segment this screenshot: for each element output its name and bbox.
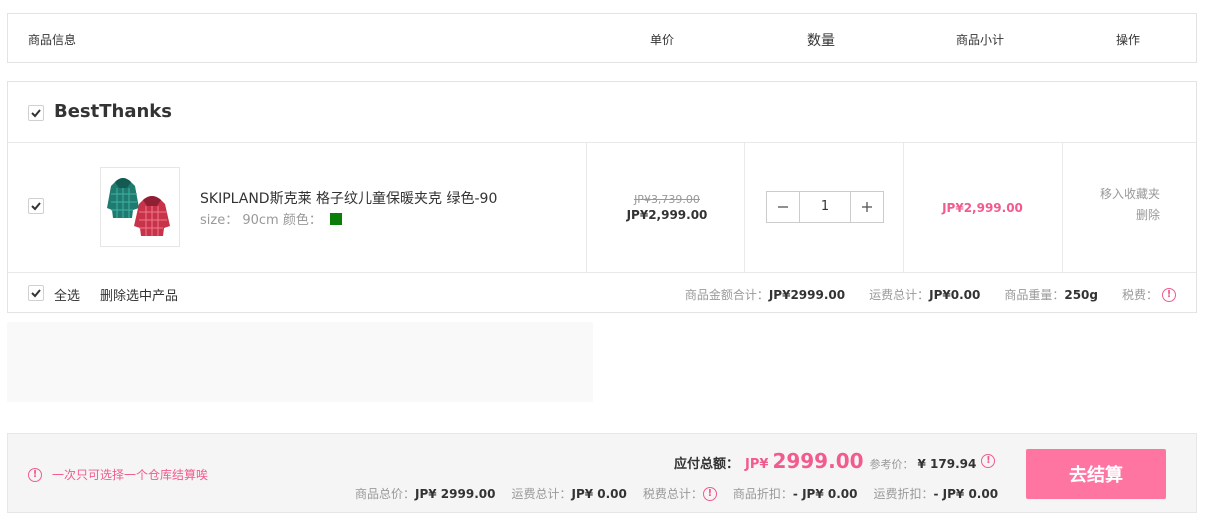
delete-selected-link[interactable]: 删除选中产品 xyxy=(100,285,178,304)
shop-cart-group: BestThanks SKIPLAND斯克莱 格子纹儿童保暖夹克 绿色-90 s… xyxy=(7,81,1197,313)
shipping-total-value: JP¥ 0.00 xyxy=(571,486,627,501)
column-divider xyxy=(1062,143,1063,272)
header-product-info: 商品信息 xyxy=(28,33,77,47)
goods-price-label: 商品总价： xyxy=(355,487,416,501)
original-price: JP¥3,739.00 xyxy=(634,193,700,206)
tax-info-icon[interactable]: ! xyxy=(1162,287,1176,302)
color-swatch xyxy=(330,213,343,225)
goods-discount-value: - JP¥ 0.00 xyxy=(792,486,858,501)
shipping-value: JP¥0.00 xyxy=(929,287,981,302)
reference-info-icon[interactable]: ! xyxy=(981,454,996,468)
shipping-total-label: 运费总计： xyxy=(511,487,572,501)
plus-icon xyxy=(862,202,872,212)
shop-checkbox[interactable] xyxy=(28,105,44,121)
payable-amount: 2999.00 xyxy=(772,449,864,473)
reference-price-label: 参考价： xyxy=(869,458,914,471)
column-divider xyxy=(903,143,904,272)
price-breakdown: 商品总价： JP¥ 2999.00 运费总计： JP¥ 0.00 税费总计： !… xyxy=(355,485,998,502)
weight-label: 商品重量： xyxy=(1004,288,1065,302)
quantity-stepper: 1 xyxy=(766,191,884,223)
goods-total-label: 商品金额合计： xyxy=(684,288,769,302)
check-icon xyxy=(31,109,41,118)
shipping-discount-value: - JP¥ 0.00 xyxy=(933,486,999,501)
column-divider xyxy=(586,143,587,272)
product-thumbnail[interactable] xyxy=(100,167,180,247)
item-checkbox[interactable] xyxy=(28,198,44,214)
tax-total-info-icon[interactable]: ! xyxy=(702,486,717,501)
select-all-checkbox[interactable] xyxy=(28,285,44,301)
warning-icon: ! xyxy=(28,467,42,482)
warehouse-warning-text: 一次只可选择一个仓库结算唉 xyxy=(52,468,209,482)
unit-price: JP¥2,999.00 xyxy=(626,208,708,222)
item-subtotal: JP¥2,999.00 xyxy=(942,201,1023,215)
payable-label: 应付总额： xyxy=(674,457,740,472)
size-value: 90cm xyxy=(242,213,279,228)
shop-summary: 商品金额合计： JP¥2999.00 运费总计： JP¥0.00 商品重量： 2… xyxy=(685,286,1196,303)
cart-item-row: SKIPLAND斯克莱 格子纹儿童保暖夹克 绿色-90 size： 90cm 颜… xyxy=(8,143,1196,273)
weight-value: 250g xyxy=(1064,287,1098,302)
check-icon xyxy=(31,289,41,298)
move-to-favorites-link[interactable]: 移入收藏夹 xyxy=(1100,185,1160,202)
increase-quantity-button[interactable] xyxy=(850,192,883,222)
product-image xyxy=(107,178,170,236)
select-all-label[interactable]: 全选 xyxy=(54,285,80,304)
cart-table-header: 商品信息 单价 数量 商品小计 操作 xyxy=(7,13,1197,63)
delete-item-link[interactable]: 删除 xyxy=(1136,206,1160,223)
checkout-button[interactable]: 去结算 xyxy=(1026,449,1166,499)
header-unit-price: 单价 xyxy=(650,33,675,47)
empty-panel xyxy=(7,322,593,402)
shop-title-row: BestThanks xyxy=(8,82,1196,143)
header-quantity: 数量 xyxy=(807,33,835,49)
quantity-input[interactable]: 1 xyxy=(800,192,850,222)
checkout-bar: ! 一次只可选择一个仓库结算唉 应付总额： JP¥ 2999.00 参考价： ¥… xyxy=(7,433,1197,513)
shop-name[interactable]: BestThanks xyxy=(54,101,172,122)
tax-label: 税费： xyxy=(1121,288,1158,302)
product-name[interactable]: SKIPLAND斯克莱 格子纹儿童保暖夹克 绿色-90 xyxy=(200,188,497,208)
payable-currency: JP¥ xyxy=(745,457,769,472)
minus-icon xyxy=(778,206,788,208)
goods-discount-label: 商品折扣： xyxy=(732,487,793,501)
payable-total: 应付总额： JP¥ 2999.00 参考价： ¥ 179.94 ! xyxy=(674,449,996,473)
header-subtotal: 商品小计 xyxy=(956,33,1005,47)
shipping-label: 运费总计： xyxy=(869,288,930,302)
header-operation: 操作 xyxy=(1116,33,1141,47)
shipping-discount-label: 运费折扣： xyxy=(873,487,934,501)
column-divider xyxy=(744,143,745,272)
reference-price-value: ¥ 179.94 xyxy=(917,457,977,471)
warehouse-warning: ! 一次只可选择一个仓库结算唉 xyxy=(28,466,208,483)
product-spec: size： 90cm 颜色： xyxy=(200,209,343,228)
color-label: 颜色： xyxy=(282,213,322,228)
shop-footer-row: 全选 删除选中产品 商品金额合计： JP¥2999.00 运费总计： JP¥0.… xyxy=(8,273,1196,313)
goods-total-value: JP¥2999.00 xyxy=(768,287,846,302)
size-label: size： xyxy=(200,213,239,228)
tax-total-label: 税费总计： xyxy=(642,487,703,501)
check-icon xyxy=(31,202,41,211)
goods-price-value: JP¥ 2999.00 xyxy=(415,486,496,501)
decrease-quantity-button[interactable] xyxy=(767,192,800,222)
